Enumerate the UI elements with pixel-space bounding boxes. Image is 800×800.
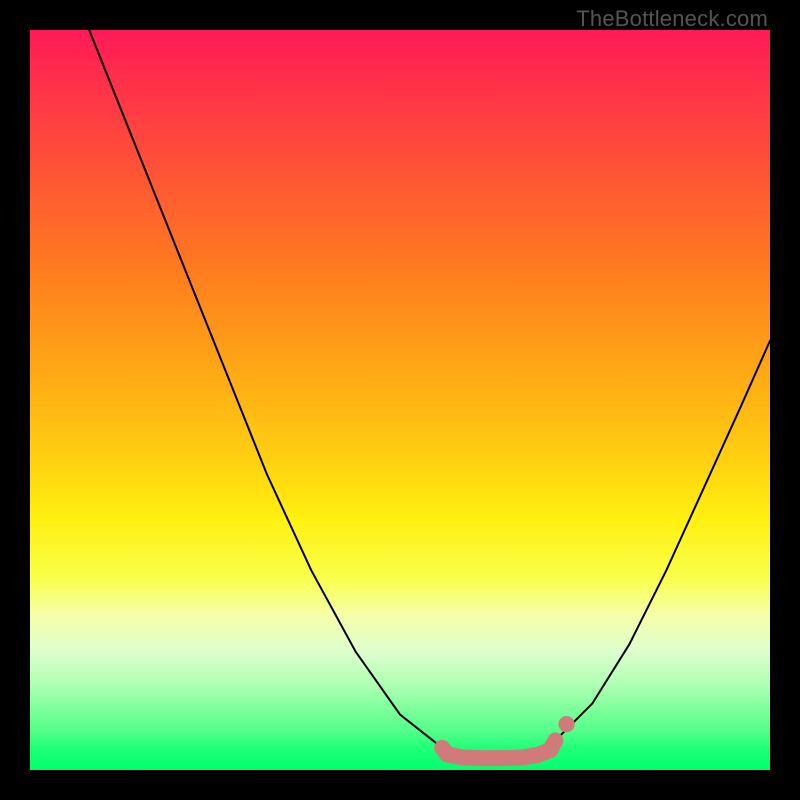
plot-area (30, 30, 770, 770)
well-left-cap (442, 748, 447, 755)
well-end-dot (558, 716, 574, 732)
well-right-cap (550, 740, 555, 750)
well-floor-marker (447, 750, 550, 758)
attribution-label: TheBottleneck.com (576, 6, 768, 32)
chart-frame: TheBottleneck.com (0, 0, 800, 800)
right-curve (555, 341, 770, 741)
bottleneck-curve (30, 30, 770, 770)
left-curve (89, 30, 442, 748)
